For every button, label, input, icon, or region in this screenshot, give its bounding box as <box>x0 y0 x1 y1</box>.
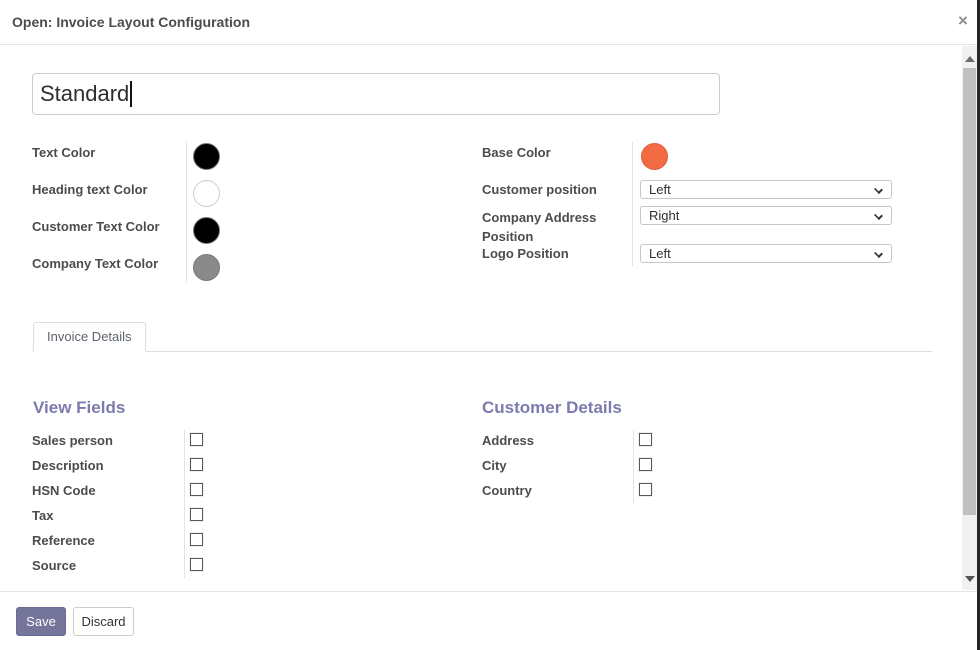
company-text-color-label: Company Text Color <box>32 256 158 271</box>
save-button[interactable]: Save <box>16 607 66 636</box>
text-color-swatch[interactable] <box>193 143 220 170</box>
discard-button[interactable]: Discard <box>73 607 134 636</box>
country-checkbox[interactable] <box>639 483 652 496</box>
reference-label: Reference <box>32 533 95 548</box>
customer-position-value: Left <box>649 182 671 197</box>
layout-name-value: Standard <box>40 81 129 107</box>
scroll-up-icon[interactable] <box>965 56 975 62</box>
logo-position-select[interactable]: Left <box>640 244 892 263</box>
city-checkbox[interactable] <box>639 458 652 471</box>
modal-title: Open: Invoice Layout Configuration <box>12 14 250 30</box>
heading-text-color-label: Heading text Color <box>32 182 148 197</box>
tab-invoice-details[interactable]: Invoice Details <box>33 322 146 352</box>
scroll-down-icon[interactable] <box>965 576 975 582</box>
view-fields-separator <box>184 430 185 578</box>
modal-header: Open: Invoice Layout Configuration × <box>0 0 977 45</box>
base-color-swatch[interactable] <box>641 143 668 170</box>
company-text-color-swatch[interactable] <box>193 254 220 281</box>
source-label: Source <box>32 558 76 573</box>
customer-details-separator <box>633 430 634 504</box>
logo-position-value: Left <box>649 246 671 261</box>
tax-checkbox[interactable] <box>190 508 203 521</box>
close-icon[interactable]: × <box>952 10 974 32</box>
hsn-code-checkbox[interactable] <box>190 483 203 496</box>
tax-label: Tax <box>32 508 53 523</box>
country-label: Country <box>482 483 532 498</box>
modal-body: Standard Text Color Heading text Color C… <box>0 46 962 590</box>
description-label: Description <box>32 458 104 473</box>
modal-footer <box>0 591 977 650</box>
base-color-label: Base Color <box>482 145 551 160</box>
chevron-down-icon <box>874 211 883 220</box>
chevron-down-icon <box>874 185 883 194</box>
right-column-separator <box>632 142 633 266</box>
hsn-code-label: HSN Code <box>32 483 96 498</box>
heading-text-color-swatch[interactable] <box>193 180 220 207</box>
customer-text-color-label: Customer Text Color <box>32 219 160 234</box>
reference-checkbox[interactable] <box>190 533 203 546</box>
layout-name-input[interactable]: Standard <box>32 73 720 115</box>
company-address-position-select[interactable]: Right <box>640 206 892 225</box>
sales-person-label: Sales person <box>32 433 113 448</box>
chevron-down-icon <box>874 249 883 258</box>
logo-position-label: Logo Position <box>482 246 569 261</box>
customer-text-color-swatch[interactable] <box>193 217 220 244</box>
sales-person-checkbox[interactable] <box>190 433 203 446</box>
description-checkbox[interactable] <box>190 458 203 471</box>
left-column-separator <box>186 142 187 282</box>
source-checkbox[interactable] <box>190 558 203 571</box>
customer-position-select[interactable]: Left <box>640 180 892 199</box>
text-color-label: Text Color <box>32 145 95 160</box>
text-cursor <box>130 81 132 107</box>
address-label: Address <box>482 433 534 448</box>
scrollbar-thumb[interactable] <box>963 68 976 515</box>
address-checkbox[interactable] <box>639 433 652 446</box>
customer-position-label: Customer position <box>482 182 597 197</box>
company-address-position-value: Right <box>649 208 679 223</box>
customer-details-title: Customer Details <box>482 398 622 418</box>
city-label: City <box>482 458 507 473</box>
company-address-position-label: Company Address Position <box>482 208 600 246</box>
view-fields-title: View Fields <box>33 398 125 418</box>
tab-strip-line <box>32 351 932 352</box>
